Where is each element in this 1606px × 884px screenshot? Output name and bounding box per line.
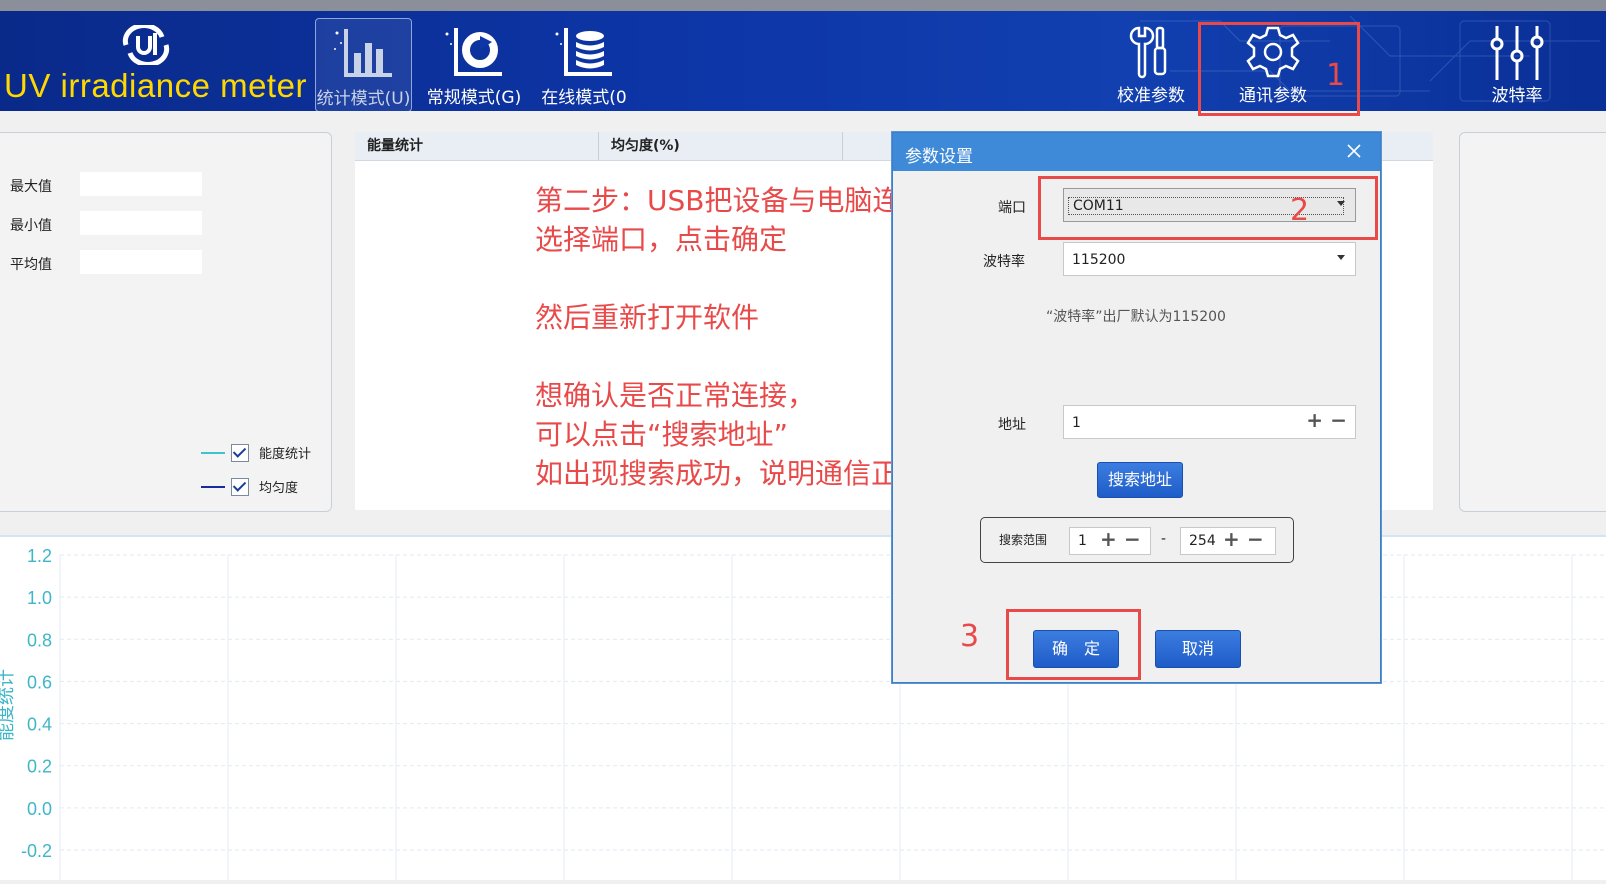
app-title: UV irradiance meter bbox=[4, 67, 307, 104]
dialog-titlebar: 参数设置 bbox=[893, 133, 1380, 171]
min-label: 最小值 bbox=[10, 218, 52, 234]
window-top-strip bbox=[0, 0, 1606, 11]
chart-ytick-label: 0.0 bbox=[27, 799, 52, 819]
mode-statistics-label: 统计模式(U) bbox=[316, 89, 411, 109]
avg-label: 平均值 bbox=[10, 257, 52, 273]
minus-icon[interactable]: − bbox=[1330, 408, 1347, 432]
port-label: 端口 bbox=[998, 200, 1026, 216]
chart-ytick-label: 0.4 bbox=[27, 715, 52, 735]
address-stepper[interactable]: 1 + − bbox=[1063, 405, 1356, 439]
baud-select-value: 115200 bbox=[1072, 252, 1126, 268]
chevron-down-icon bbox=[1337, 255, 1345, 260]
instruction-line-4: 想确认是否正常连接， bbox=[535, 379, 816, 412]
step2-highlight-box bbox=[1038, 176, 1378, 240]
range-from-value: 1 bbox=[1078, 533, 1087, 549]
mode-normal-label: 常规模式(G) bbox=[426, 88, 522, 108]
range-separator: - bbox=[1161, 531, 1167, 547]
legend-energy-checkbox[interactable] bbox=[231, 443, 249, 462]
chart-ytick-label: 1.2 bbox=[27, 546, 52, 566]
chart-ytick-label: 0.2 bbox=[27, 757, 52, 777]
step2-number: 2 bbox=[1290, 193, 1310, 228]
donut-chart-icon bbox=[445, 28, 502, 76]
app-header: UV irradiance meter 统计模式(U) 常规模式(G) 在线模式… bbox=[0, 11, 1606, 111]
legend-energy-label: 能度统计 bbox=[259, 447, 312, 462]
tools-icon bbox=[1129, 26, 1167, 79]
legend-uniformity-swatch bbox=[201, 485, 225, 488]
mode-online-label: 在线模式(0 bbox=[541, 88, 627, 108]
column-uniformity[interactable]: 均匀度(%) bbox=[599, 132, 843, 160]
chart-ytick-label: 0.8 bbox=[27, 630, 52, 650]
chart-ytick-label: 0.6 bbox=[27, 672, 52, 692]
range-to-value: 254 bbox=[1189, 533, 1216, 549]
chart-ylabel: 能度统计 bbox=[0, 669, 17, 741]
plus-icon[interactable]: + bbox=[1223, 527, 1240, 551]
bar-chart-icon bbox=[333, 29, 392, 77]
close-icon[interactable] bbox=[1344, 141, 1364, 161]
minus-icon[interactable]: − bbox=[1124, 527, 1141, 551]
instruction-line-2: 选择端口，点击确定 bbox=[535, 223, 788, 256]
range-label: 搜索范围 bbox=[999, 533, 1048, 547]
baud-select[interactable]: 115200 bbox=[1063, 242, 1356, 276]
minus-icon[interactable]: − bbox=[1247, 527, 1264, 551]
baud-rate-label: 波特率 bbox=[1491, 86, 1543, 106]
step3-number: 3 bbox=[960, 619, 980, 654]
legend-uniformity[interactable]: 均匀度 bbox=[201, 477, 298, 496]
dialog-title: 参数设置 bbox=[905, 147, 973, 167]
plus-icon[interactable]: + bbox=[1306, 408, 1323, 432]
calibration-params-button[interactable]: 校准参数 bbox=[1105, 18, 1197, 110]
mode-online-button[interactable]: 在线模式(0 bbox=[535, 18, 633, 110]
min-value-field bbox=[80, 211, 202, 235]
address-label: 地址 bbox=[998, 417, 1026, 433]
mode-normal-button[interactable]: 常规模式(G) bbox=[425, 18, 523, 110]
step3-highlight-box bbox=[1006, 609, 1141, 680]
avg-value-field bbox=[80, 250, 202, 274]
address-value: 1 bbox=[1072, 415, 1081, 431]
column-energy[interactable]: 能量统计 bbox=[355, 132, 599, 160]
range-from-stepper[interactable]: 1 + − bbox=[1069, 527, 1151, 555]
legend-energy-swatch bbox=[201, 451, 225, 454]
cancel-button[interactable]: 取消 bbox=[1155, 630, 1241, 668]
instruction-line-6: 如出现搜索成功，说明通信正常 bbox=[535, 457, 928, 490]
legend-energy[interactable]: 能度统计 bbox=[201, 443, 311, 462]
baud-rate-button[interactable]: 波特率 bbox=[1475, 18, 1559, 110]
baud-hint: “波特率”出厂默认为115200 bbox=[1046, 309, 1226, 325]
sliders-icon bbox=[1490, 26, 1544, 80]
brand-logo-icon bbox=[122, 25, 170, 65]
right-panel bbox=[1459, 132, 1606, 512]
legend-uniformity-checkbox[interactable] bbox=[231, 477, 249, 496]
step1-number: 1 bbox=[1326, 58, 1346, 93]
search-address-button[interactable]: 搜索地址 bbox=[1097, 462, 1183, 498]
baud-label: 波特率 bbox=[983, 254, 1025, 270]
max-value-field bbox=[80, 172, 202, 196]
chart-ytick-label: -0.2 bbox=[21, 841, 52, 861]
instruction-line-5: 可以点击“搜索地址” bbox=[535, 418, 789, 451]
range-to-stepper[interactable]: 254 + − bbox=[1180, 527, 1276, 555]
instruction-line-3: 然后重新打开软件 bbox=[535, 301, 760, 334]
max-label: 最大值 bbox=[10, 179, 52, 195]
calibration-params-label: 校准参数 bbox=[1117, 86, 1185, 106]
legend-uniformity-label: 均匀度 bbox=[259, 481, 299, 496]
search-range-group: 搜索范围 1 + − - 254 + − bbox=[980, 517, 1294, 563]
chart-ytick-label: 1.0 bbox=[27, 588, 52, 608]
plus-icon[interactable]: + bbox=[1100, 527, 1117, 551]
database-icon bbox=[555, 28, 612, 76]
mode-statistics-button[interactable]: 统计模式(U) bbox=[315, 18, 412, 111]
